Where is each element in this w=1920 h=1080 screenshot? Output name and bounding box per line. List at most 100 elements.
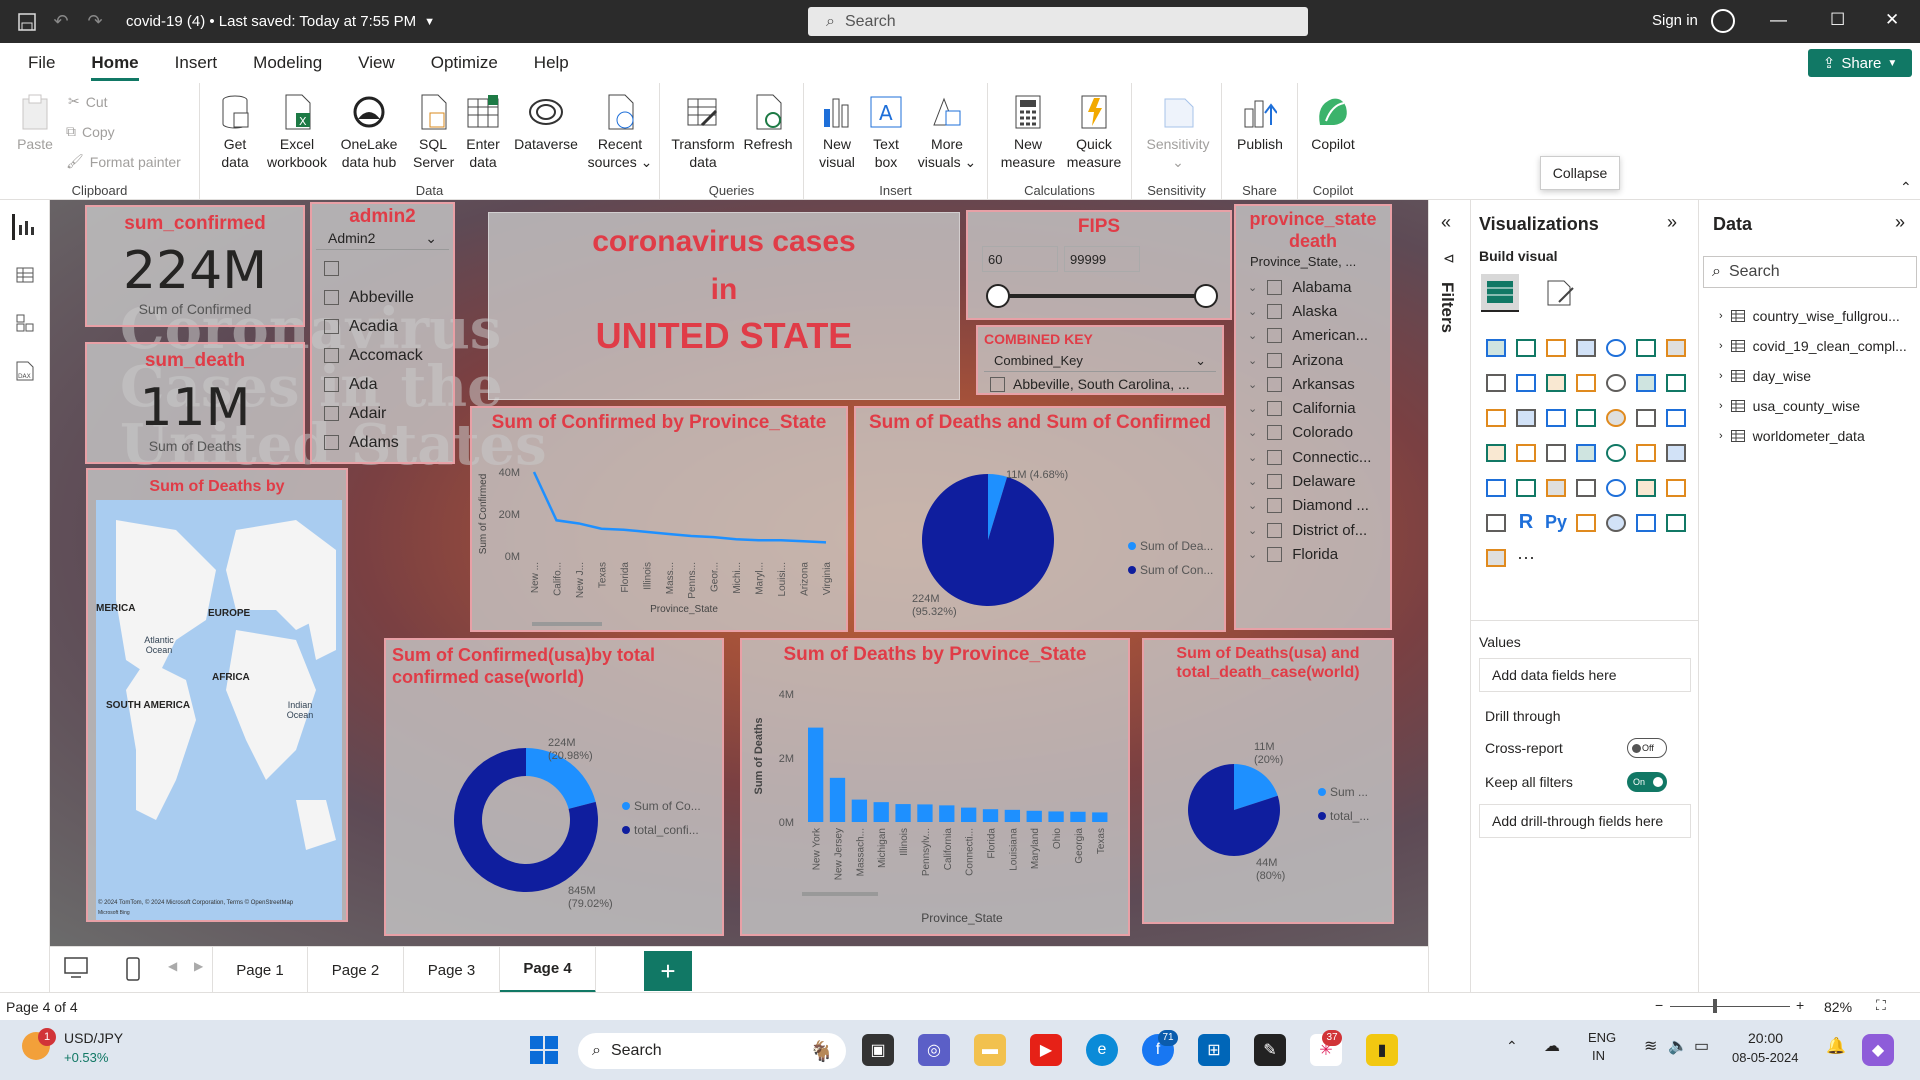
bar[interactable] [1048,811,1064,822]
bar[interactable] [1004,809,1021,822]
close-icon[interactable]: ✕ [1885,10,1899,30]
bar[interactable] [808,727,824,822]
paste-button[interactable]: Paste [12,91,58,153]
bar[interactable] [961,807,977,822]
slicer-option[interactable]: Adams [312,428,453,457]
visual-type-icon[interactable] [1511,435,1541,470]
teams-icon[interactable]: ◎ [918,1034,950,1066]
visual-type-icon[interactable]: R [1511,505,1541,540]
report-canvas[interactable]: Coronavirus Cases in the United States s… [50,200,1428,946]
new-visual-button[interactable]: New visual [814,91,860,171]
card-sum-confirmed[interactable]: sum_confirmed 224M Sum of Confirmed [85,205,305,327]
chevron-right-icon[interactable]: › [1719,430,1723,442]
slicer-option[interactable]: ⌄ Alabama [1236,275,1390,299]
chevron-down-icon[interactable]: ▼ [424,16,435,28]
slicer-option[interactable]: ⌄ Arkansas [1236,372,1390,396]
tab-page-4[interactable]: Page 4 [500,947,596,993]
visual-type-icon[interactable] [1511,365,1541,400]
visual-type-icon[interactable] [1541,365,1571,400]
visual-type-icon[interactable] [1631,400,1661,435]
checkbox[interactable] [1267,328,1283,344]
bar[interactable] [851,799,868,822]
power-bi-icon[interactable]: ▮ [1366,1034,1398,1066]
format-visual-icon[interactable] [1545,278,1575,313]
visual-type-icon[interactable] [1541,400,1571,435]
document-title[interactable]: covid-19 (4) • Last saved: Today at 7:55… [126,13,416,30]
visual-type-icon[interactable] [1661,470,1691,505]
checkbox[interactable] [1267,425,1283,441]
legend-label[interactable]: Sum of Co... [634,799,701,813]
visual-type-icon[interactable] [1661,435,1691,470]
minimize-icon[interactable]: — [1770,10,1787,30]
visual-type-icon[interactable] [1571,365,1601,400]
menu-modeling[interactable]: Modeling [235,43,340,83]
map-deaths-by-country[interactable]: Sum of Deaths by Country_Region MERICA E… [86,468,348,922]
combined-key-slicer[interactable]: COMBINED KEY Combined_Key ⌄ Abbeville, So… [976,325,1224,395]
edge-icon[interactable]: e [1086,1034,1118,1066]
bar[interactable] [1070,811,1086,822]
copy-button[interactable]: ⧉ Copy [66,123,115,140]
quick-measure-button[interactable]: Quick measure [1062,91,1126,171]
publish-button[interactable]: Publish [1232,91,1288,153]
menu-file[interactable]: File [10,43,73,83]
chevron-right-icon[interactable]: » [1895,212,1905,233]
visual-type-icon[interactable] [1631,470,1661,505]
sensitivity-button[interactable]: Sensitivity ⌄ [1140,91,1216,171]
visual-type-icon[interactable] [1541,330,1571,365]
data-table-item[interactable]: › worldometer_data [1719,428,1865,444]
visual-type-icon[interactable] [1571,435,1601,470]
checkbox[interactable] [1267,352,1283,368]
visual-type-icon[interactable]: Py [1541,505,1571,540]
visual-type-icon[interactable] [1601,365,1631,400]
filters-pane-collapsed[interactable]: « ⊲ Filters [1428,200,1470,992]
visual-type-icon[interactable] [1601,400,1631,435]
data-table-item[interactable]: › covid_19_clean_compl... [1719,338,1907,354]
scrollbar[interactable] [532,622,602,626]
slicer-option[interactable]: ⌄ California [1236,396,1390,420]
visual-type-icon[interactable] [1661,365,1691,400]
zoom-level[interactable]: 82% [1824,999,1852,1015]
menu-view[interactable]: View [340,43,413,83]
tab-page-2[interactable]: Page 2 [308,947,404,993]
slicer-option[interactable]: ⌄ Diamond ... [1236,494,1390,518]
bar[interactable] [982,809,999,822]
add-page-button[interactable]: + [644,951,692,991]
desktop-layout-icon[interactable] [64,957,88,984]
dax-query-view-icon[interactable]: DAX [12,358,38,384]
visual-type-icon[interactable] [1661,330,1691,365]
data-search-input[interactable]: ⌕ Search [1703,256,1917,288]
filters-label[interactable]: Filters [1437,282,1457,333]
transform-data-button[interactable]: Transform data [668,91,738,171]
slicer-option[interactable]: ⌄ Arizona [1236,348,1390,372]
slicer-option[interactable]: ⌄ Connectic... [1236,445,1390,469]
chevron-right-icon[interactable]: » [1667,212,1677,233]
checkbox[interactable] [1267,498,1283,514]
slicer-option[interactable]: Abbeville, South Carolina, ... [978,372,1222,393]
fips-max-input[interactable]: 99999 [1064,246,1140,272]
legend-label[interactable]: Sum of Con... [1140,563,1213,577]
chevron-right-icon[interactable]: › [1719,310,1723,322]
headline-textbox[interactable]: coronavirus cases in UNITED STATE [488,212,960,400]
visual-type-icon[interactable] [1631,365,1661,400]
visual-type-icon[interactable] [1571,505,1601,540]
visual-type-icon[interactable] [1631,505,1661,540]
clock-time[interactable]: 20:00 [1748,1030,1783,1046]
legend-label[interactable]: Sum of Dea... [1140,539,1213,553]
fips-min-input[interactable]: 60 [982,246,1058,272]
build-visual-tab[interactable] [1481,274,1519,312]
data-table-item[interactable]: › usa_county_wise [1719,398,1860,414]
visual-type-icon[interactable] [1481,540,1511,575]
bar[interactable] [1026,810,1042,822]
get-data-button[interactable]: Get data [210,91,260,171]
bar[interactable] [895,804,911,822]
scrollbar[interactable] [802,892,878,896]
visual-type-icon[interactable]: ··· [1511,540,1541,575]
visual-type-icon[interactable] [1481,435,1511,470]
checkbox[interactable] [1267,449,1283,465]
slicer-option[interactable]: ⌄ Alaska [1236,299,1390,323]
chevron-right-icon[interactable]: › [1719,400,1723,412]
keep-filters-toggle[interactable]: On [1627,772,1667,792]
task-view-icon[interactable]: ▣ [862,1034,894,1066]
undo-icon[interactable]: ↶ [48,9,74,35]
slicer-option[interactable]: ⌄ Colorado [1236,421,1390,445]
